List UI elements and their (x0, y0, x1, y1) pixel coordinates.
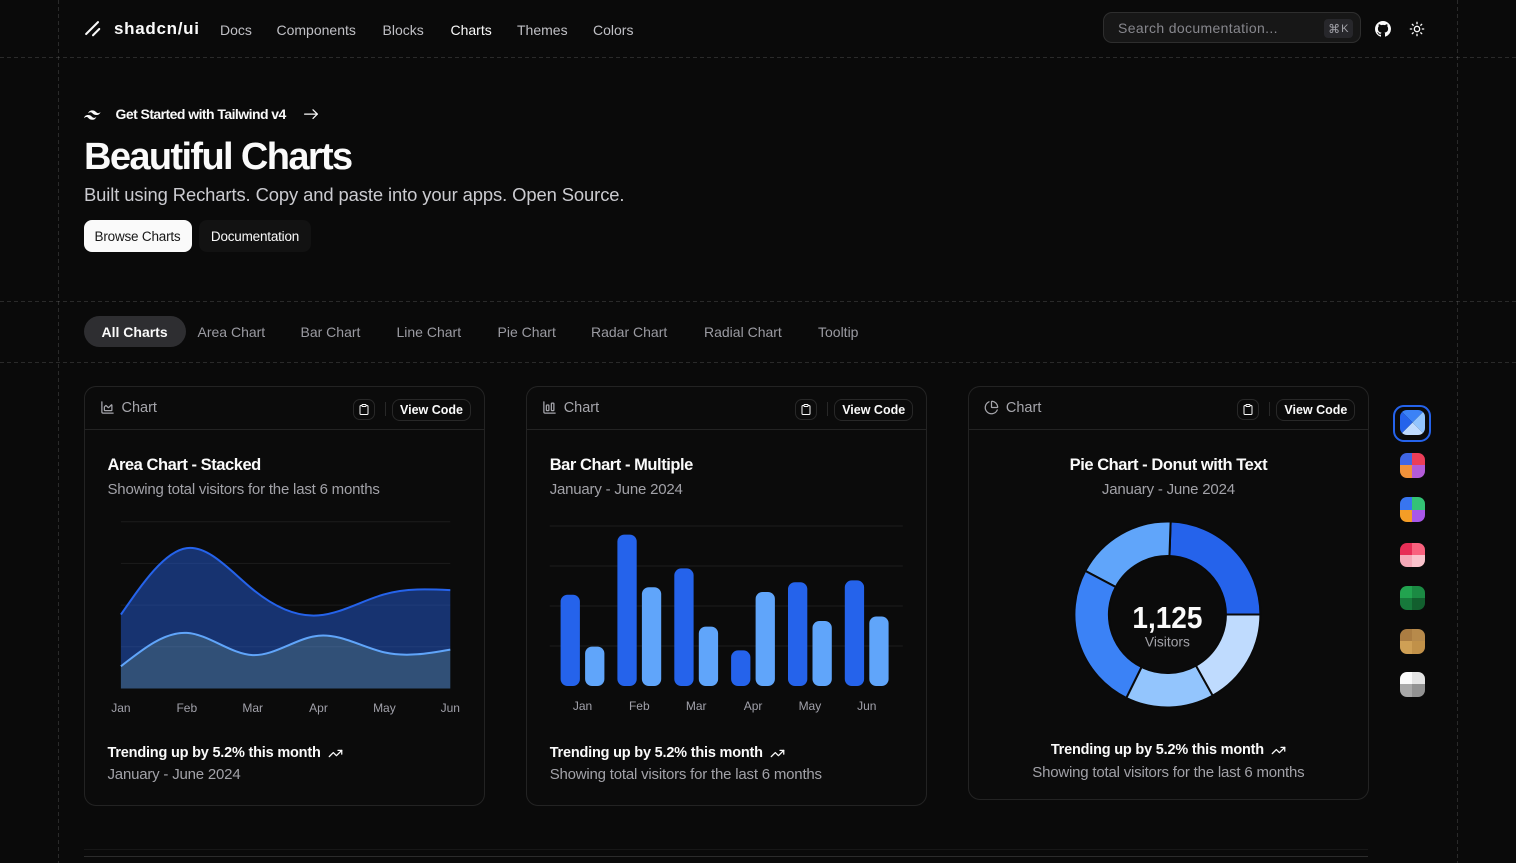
svg-text:Jan: Jan (111, 701, 130, 715)
svg-text:May: May (799, 699, 822, 713)
svg-text:May: May (373, 701, 396, 715)
svg-text:Mar: Mar (686, 699, 707, 713)
svg-text:Feb: Feb (176, 701, 197, 715)
svg-text:Mar: Mar (242, 701, 263, 715)
svg-text:Jun: Jun (441, 701, 460, 715)
svg-text:Jun: Jun (857, 699, 876, 713)
svg-text:Visitors: Visitors (1145, 634, 1190, 650)
svg-text:1,125: 1,125 (1132, 601, 1202, 635)
svg-text:Feb: Feb (629, 699, 650, 713)
svg-text:Apr: Apr (309, 701, 328, 715)
svg-text:Jan: Jan (573, 699, 592, 713)
svg-text:Apr: Apr (744, 699, 763, 713)
